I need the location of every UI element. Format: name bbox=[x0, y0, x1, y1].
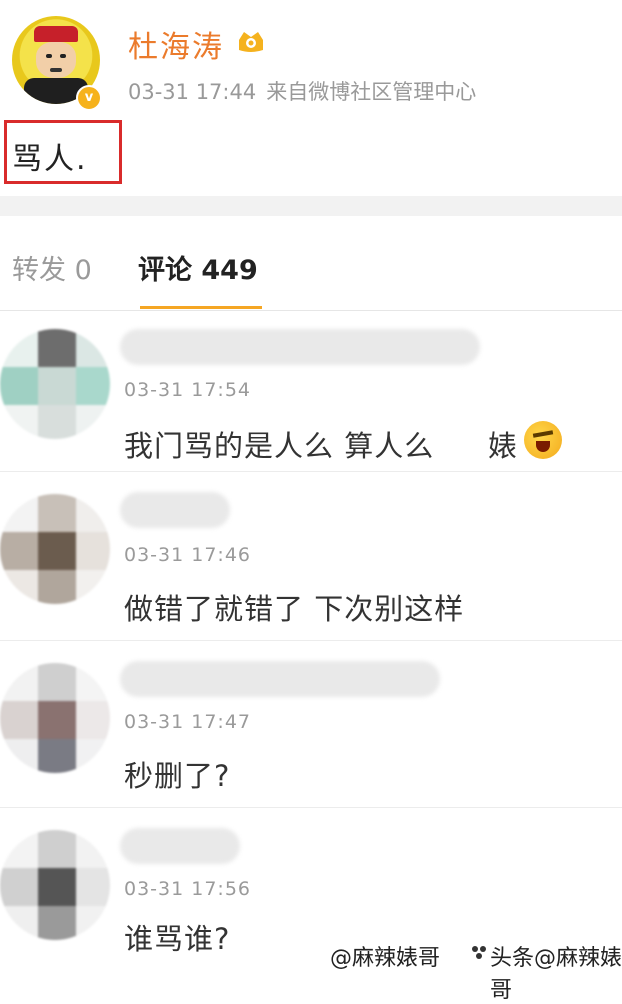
comment-avatar[interactable] bbox=[0, 663, 110, 773]
comment-username-blurred[interactable] bbox=[120, 828, 240, 864]
tab-comment[interactable]: 评论 449 bbox=[138, 248, 258, 287]
comment-time: 03-31 17:54 bbox=[124, 379, 252, 401]
comment-text: 谁骂谁? bbox=[124, 922, 231, 956]
username[interactable]: 杜海涛 bbox=[128, 22, 224, 66]
comment-text-tail: 婊 bbox=[488, 429, 519, 463]
post-source[interactable]: 来自微博社区管理中心 bbox=[266, 80, 476, 104]
user-level-icon bbox=[239, 32, 263, 52]
weibo-post: v 杜海涛 03-31 17:44 来自微博社区管理中心 骂人. bbox=[0, 0, 622, 196]
comment-avatar[interactable] bbox=[0, 494, 110, 604]
comment-time: 03-31 17:47 bbox=[124, 711, 252, 733]
section-divider bbox=[0, 196, 622, 216]
comment-avatar[interactable] bbox=[0, 329, 110, 439]
post-content: 骂人. bbox=[12, 142, 88, 177]
comment-text: 做错了就错了 下次别这样 bbox=[124, 592, 465, 626]
comment-item: 03-31 17:46 做错了就错了 下次别这样 bbox=[0, 472, 622, 641]
watermark-logo-icon bbox=[472, 946, 486, 959]
comment-text: 秒删了? bbox=[124, 759, 231, 793]
comment-avatar[interactable] bbox=[0, 830, 110, 940]
comment-username-blurred[interactable] bbox=[120, 661, 440, 697]
angry-emoji-icon bbox=[524, 421, 562, 459]
tab-repost[interactable]: 转发 0 bbox=[12, 248, 92, 287]
post-meta: 03-31 17:44 来自微博社区管理中心 bbox=[128, 76, 476, 106]
comment-time: 03-31 17:46 bbox=[124, 544, 252, 566]
comment-username-blurred[interactable] bbox=[120, 329, 480, 365]
verified-badge-icon: v bbox=[76, 85, 102, 111]
comment-username-blurred[interactable] bbox=[120, 492, 230, 528]
comment-text: 我门骂的是人么 算人么 bbox=[124, 429, 435, 463]
watermark-text: 头条@麻辣婊哥 bbox=[490, 946, 622, 1003]
comment-time: 03-31 17:56 bbox=[124, 878, 252, 900]
active-tab-indicator bbox=[140, 306, 262, 309]
post-time: 03-31 17:44 bbox=[128, 80, 257, 104]
post-tabs: 转发 0 评论 449 bbox=[0, 216, 622, 311]
comment-item: 03-31 17:54 我门骂的是人么 算人么 婊 bbox=[0, 311, 622, 472]
comment-item: 03-31 17:47 秒删了? bbox=[0, 641, 622, 808]
watermark-text: @麻辣婊哥 bbox=[330, 946, 441, 971]
